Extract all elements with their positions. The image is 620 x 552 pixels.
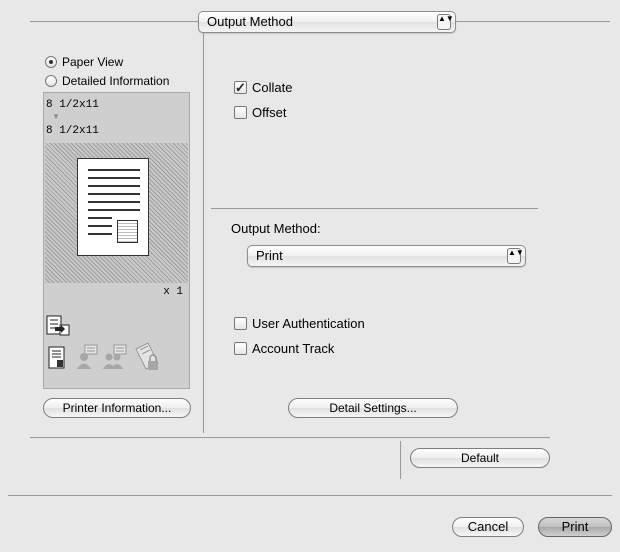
account-track-checkbox[interactable] (234, 342, 247, 355)
radio-selected-dot (49, 60, 53, 64)
radio-detailed-information[interactable] (45, 75, 57, 87)
popup-arrows-icon: ▲▼ (507, 248, 524, 264)
panel-divider (203, 33, 204, 433)
default-divider (400, 441, 401, 479)
options-separator (211, 208, 538, 209)
detail-settings-button[interactable]: Detail Settings... (288, 398, 458, 418)
radio-paper-view[interactable] (45, 56, 57, 68)
account-track-label: Account Track (252, 341, 335, 356)
copies-count: x 1 (163, 286, 183, 298)
print-button[interactable]: Print (538, 517, 612, 537)
offset-label: Offset (252, 105, 287, 120)
output-method-label: Output Method: (231, 221, 321, 236)
collate-checkbox[interactable]: ✓ (234, 81, 247, 94)
printer-information-button[interactable]: Printer Information... (43, 398, 191, 418)
user-authentication-checkbox[interactable] (234, 317, 247, 330)
collate-label: Collate (252, 80, 293, 95)
paper-preview-box: 8 1/2x11 ▼ 8 1/2x11 x 1 (43, 92, 190, 389)
page-preview-icon (77, 158, 149, 256)
top-separator-right (456, 21, 610, 22)
panel-select-popup[interactable]: Output Method ▲▼ (198, 11, 456, 33)
arrow-down-icon: ▼ (52, 112, 60, 121)
cancel-button[interactable]: Cancel (452, 517, 524, 537)
radio-paper-view-label: Paper View (62, 55, 124, 69)
lower-separator (30, 437, 550, 438)
paper-size-original: 8 1/2x11 (46, 99, 99, 111)
panel-select-value: Output Method (207, 14, 293, 29)
footer-separator (8, 495, 612, 496)
output-method-select[interactable]: Print ▲▼ (247, 245, 526, 267)
top-separator-left (30, 21, 198, 22)
paper-size-output: 8 1/2x11 (46, 125, 99, 137)
offset-checkbox[interactable] (234, 106, 247, 119)
output-method-value: Print (256, 248, 283, 263)
radio-detailed-information-label: Detailed Information (62, 74, 170, 88)
page-preview-area (45, 143, 188, 283)
document-icon (47, 346, 67, 370)
user-authentication-icon (75, 344, 99, 370)
popup-arrows-icon: ▲▼ (437, 14, 454, 30)
secure-print-icon (132, 341, 162, 373)
user-authentication-label: User Authentication (252, 316, 365, 331)
account-track-icon (102, 344, 128, 370)
output-tray-icon (46, 315, 70, 337)
default-button[interactable]: Default (410, 448, 550, 468)
